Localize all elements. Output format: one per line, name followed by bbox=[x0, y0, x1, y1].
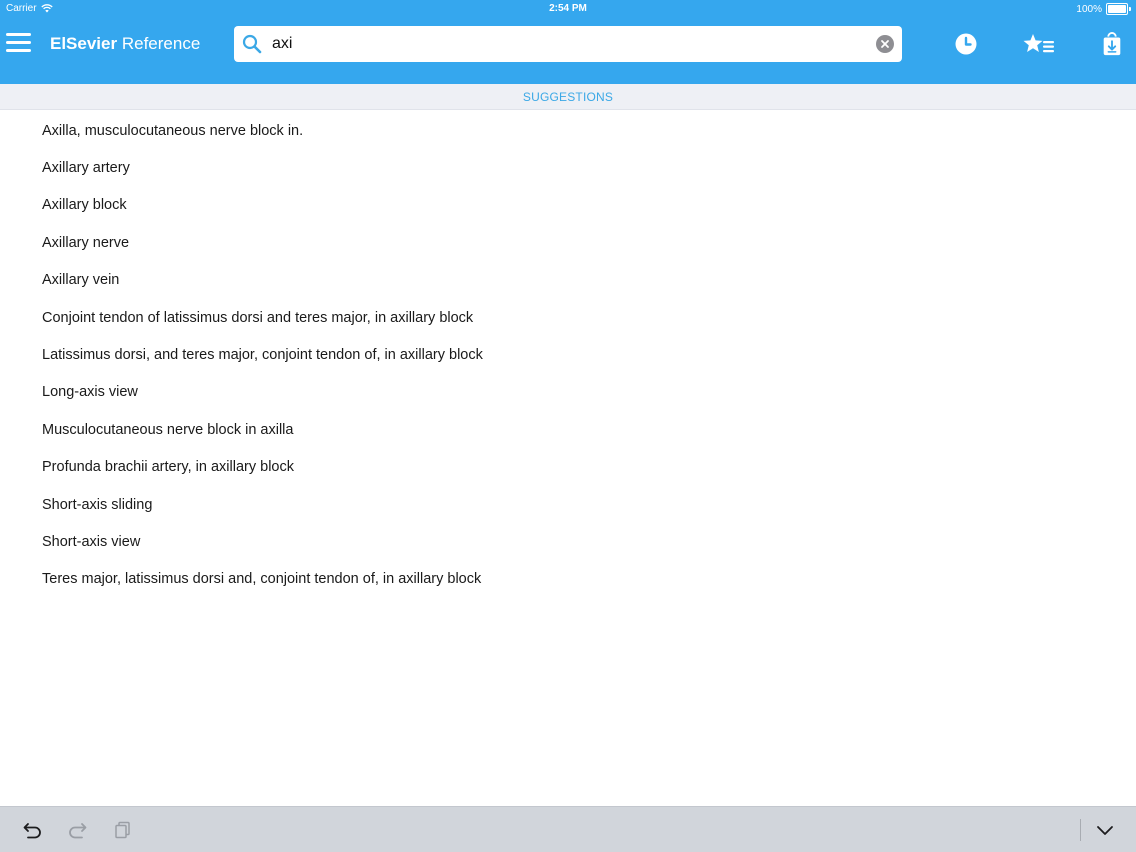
suggestion-item[interactable]: Teres major, latissimus dorsi and, conjo… bbox=[0, 561, 1136, 598]
suggestion-item[interactable]: Short-axis sliding bbox=[0, 486, 1136, 523]
clear-icon[interactable] bbox=[876, 35, 894, 53]
top-bar: Carrier 2:54 PM 100% ElSevier Reference … bbox=[0, 0, 1136, 84]
redo-icon[interactable] bbox=[66, 819, 88, 841]
history-clock-icon[interactable] bbox=[953, 32, 979, 56]
status-bar: Carrier 2:54 PM 100% bbox=[0, 0, 1136, 18]
undo-icon[interactable] bbox=[22, 819, 44, 841]
suggestion-list: Axilla, musculocutaneous nerve block in.… bbox=[0, 112, 1136, 598]
dismiss-keyboard-icon[interactable] bbox=[1094, 819, 1116, 841]
hamburger-menu-icon[interactable] bbox=[6, 33, 32, 55]
suggestion-item[interactable]: Conjoint tendon of latissimus dorsi and … bbox=[0, 299, 1136, 336]
suggestion-item[interactable]: Axillary artery bbox=[0, 149, 1136, 186]
suggestion-item[interactable]: Musculocutaneous nerve block in axilla bbox=[0, 411, 1136, 448]
search-input[interactable] bbox=[272, 30, 862, 58]
status-time: 2:54 PM bbox=[549, 3, 587, 14]
battery-percent: 100% bbox=[1076, 3, 1102, 15]
toolbar-divider bbox=[1080, 819, 1081, 841]
suggestion-item[interactable]: Profunda brachii artery, in axillary blo… bbox=[0, 449, 1136, 486]
suggestion-item[interactable]: Axilla, musculocutaneous nerve block in. bbox=[0, 112, 1136, 149]
suggestion-item[interactable]: Long-axis view bbox=[0, 374, 1136, 411]
app-title-light: Reference bbox=[121, 34, 201, 53]
suggestion-item[interactable]: Axillary block bbox=[0, 187, 1136, 224]
downloads-icon[interactable] bbox=[1099, 32, 1125, 56]
app-screen: Carrier 2:54 PM 100% ElSevier Reference … bbox=[0, 0, 1136, 852]
suggestion-item[interactable]: Axillary nerve bbox=[0, 224, 1136, 261]
app-title-bold: ElSevier bbox=[50, 34, 118, 53]
paste-icon[interactable] bbox=[112, 819, 134, 841]
suggestion-item[interactable]: Short-axis view bbox=[0, 523, 1136, 560]
app-title: ElSevier Reference bbox=[50, 34, 200, 54]
battery-icon bbox=[1106, 3, 1131, 15]
search-bar[interactable] bbox=[234, 26, 902, 62]
favorites-list-icon[interactable] bbox=[1022, 32, 1056, 56]
suggestions-header: SUGGESTIONS bbox=[0, 84, 1136, 110]
search-icon bbox=[242, 34, 262, 54]
suggestion-item[interactable]: Latissimus dorsi, and teres major, conjo… bbox=[0, 336, 1136, 373]
keyboard-shortcut-bar bbox=[0, 806, 1136, 852]
status-battery: 100% bbox=[1076, 3, 1131, 15]
suggestion-item[interactable]: Axillary vein bbox=[0, 262, 1136, 299]
